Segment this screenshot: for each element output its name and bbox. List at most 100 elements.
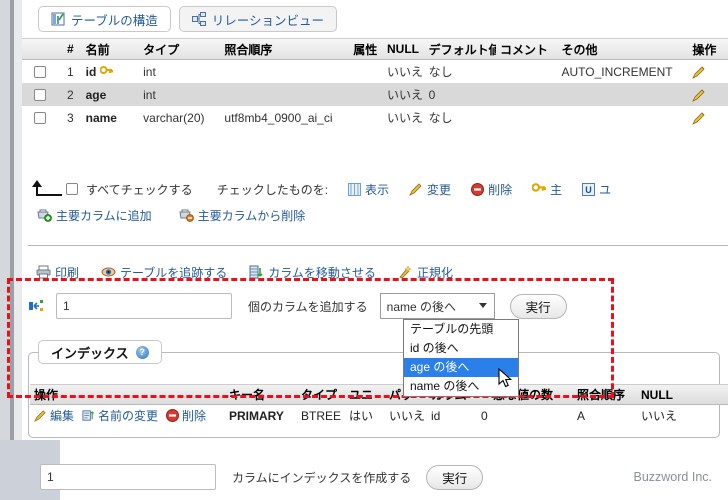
link-move-columns[interactable]: カラムを移動させる bbox=[249, 264, 376, 281]
svg-text:U: U bbox=[585, 185, 592, 195]
pencil-icon[interactable] bbox=[692, 88, 706, 102]
row-checkbox[interactable] bbox=[34, 89, 46, 101]
with-selected-browse-label[interactable]: 表示 bbox=[365, 181, 389, 198]
link-move-columns-label[interactable]: カラムを移動させる bbox=[268, 264, 376, 281]
track-icon bbox=[101, 265, 116, 279]
row-type: int bbox=[139, 88, 220, 102]
row-action[interactable] bbox=[688, 65, 728, 79]
index-row-actions: 編集 名前の変更 削除 bbox=[30, 407, 225, 424]
header-extra[interactable]: その他 bbox=[558, 41, 689, 58]
index-edit-link[interactable]: 編集 bbox=[50, 407, 74, 424]
add-to-central-columns-label[interactable]: 主要カラムに追加 bbox=[56, 207, 152, 224]
header-collation[interactable]: 照合順序 bbox=[220, 41, 349, 58]
index-drop-link[interactable]: 削除 bbox=[182, 407, 206, 424]
row-checkbox-cell[interactable] bbox=[22, 88, 58, 102]
row-checkbox[interactable] bbox=[34, 112, 46, 124]
key-icon bbox=[532, 183, 546, 195]
row-name: name bbox=[78, 111, 140, 125]
with-selected-browse[interactable]: 表示 bbox=[348, 181, 389, 198]
link-track-table-label[interactable]: テーブルを追跡する bbox=[120, 264, 227, 281]
header-null[interactable]: NULL bbox=[383, 42, 425, 56]
phpmyadmin-structure-page: テーブルの構造 リレーションビュー # 名前 タイプ 照合順序 属性 NULL bbox=[0, 0, 728, 500]
index-row-null: いいえ bbox=[637, 407, 687, 424]
table-links-bar: 印刷 テーブルを追跡する カラムを移動させる 正規化 bbox=[22, 261, 728, 283]
link-print-label[interactable]: 印刷 bbox=[55, 264, 79, 281]
add-column-position-select[interactable]: name の後へ bbox=[380, 293, 495, 319]
row-checkbox-cell[interactable] bbox=[22, 111, 58, 125]
with-selected-change[interactable]: 変更 bbox=[409, 181, 451, 198]
add-to-central-columns[interactable]: 主要カラムに追加 bbox=[36, 207, 152, 224]
with-selected-primary-label[interactable]: 主 bbox=[550, 181, 562, 198]
chevron-down-icon bbox=[479, 303, 487, 308]
dropdown-option-table-start[interactable]: テーブルの先頭 bbox=[404, 320, 518, 339]
header-comment[interactable]: コメント bbox=[496, 41, 557, 58]
link-track-table[interactable]: テーブルを追跡する bbox=[101, 264, 227, 281]
pencil-icon[interactable] bbox=[692, 65, 706, 79]
row-type: int bbox=[139, 65, 220, 79]
tab-relation-view[interactable]: リレーションビュー bbox=[179, 6, 337, 32]
header-default[interactable]: デフォルト値 bbox=[425, 41, 496, 58]
with-selected-change-label[interactable]: 変更 bbox=[427, 181, 451, 198]
link-normalize-label[interactable]: 正規化 bbox=[417, 264, 453, 281]
pencil-icon[interactable] bbox=[692, 111, 706, 125]
header-action: 操作 bbox=[688, 41, 728, 58]
row-default: なし bbox=[425, 109, 496, 126]
add-column-icon bbox=[28, 298, 44, 314]
dropdown-option-after-id[interactable]: id の後へ bbox=[404, 339, 518, 358]
remove-from-central-columns-label[interactable]: 主要カラムから削除 bbox=[198, 207, 306, 224]
indexes-legend-label: インデックス bbox=[51, 343, 129, 362]
row-action[interactable] bbox=[688, 88, 728, 102]
indexes-table-header: 操作 キー名 タイプ ユニ パッ カラム 一意な値の数 照合順序 NULL bbox=[30, 384, 728, 405]
row-num: 2 bbox=[58, 88, 78, 102]
index-column-count-input[interactable] bbox=[40, 464, 216, 490]
section-divider bbox=[28, 245, 728, 246]
table-row[interactable]: 3 name varchar(20) utf8mb4_0900_ai_ci いい… bbox=[22, 106, 728, 129]
with-selected-unique-label[interactable]: ユ bbox=[599, 181, 611, 198]
index-header-action: 操作 bbox=[30, 386, 225, 403]
add-column-form: 個のカラムを追加する name の後へ 実行 bbox=[22, 288, 728, 324]
link-normalize[interactable]: 正規化 bbox=[398, 264, 453, 281]
with-selected-bar: すべてチェックする チェックしたものを: 表示 変更 削除 主 U ユ bbox=[22, 178, 728, 200]
add-column-position-value: name の後へ bbox=[387, 298, 456, 315]
row-default: 0 bbox=[425, 88, 496, 102]
check-all-label[interactable]: すべてチェックする bbox=[86, 181, 193, 198]
indexes-legend: インデックス ? bbox=[38, 340, 162, 364]
add-column-count-input[interactable] bbox=[56, 293, 232, 319]
index-row: 編集 名前の変更 削除 PRIMARY BTREE はい いいえ id 0 A … bbox=[30, 405, 728, 426]
row-checkbox-cell[interactable] bbox=[22, 65, 58, 79]
header-attributes[interactable]: 属性 bbox=[349, 41, 383, 58]
header-type[interactable]: タイプ bbox=[139, 41, 220, 58]
row-null: いいえ bbox=[383, 86, 425, 103]
help-icon[interactable]: ? bbox=[136, 346, 149, 359]
remove-from-central-columns[interactable]: 主要カラムから削除 bbox=[178, 207, 306, 224]
row-action[interactable] bbox=[688, 111, 728, 125]
tab-bar: テーブルの構造 リレーションビュー bbox=[38, 4, 337, 34]
with-selected-drop-label[interactable]: 削除 bbox=[488, 181, 512, 198]
header-num[interactable]: # bbox=[58, 42, 78, 56]
with-selected-unique[interactable]: U ユ bbox=[582, 181, 611, 198]
check-all-checkbox[interactable] bbox=[66, 183, 78, 195]
index-row-column: id bbox=[427, 409, 477, 423]
tab-table-structure[interactable]: テーブルの構造 bbox=[38, 6, 171, 32]
with-selected-primary[interactable]: 主 bbox=[532, 181, 562, 198]
with-selected-drop[interactable]: 削除 bbox=[471, 181, 512, 198]
create-index-go-button[interactable]: 実行 bbox=[426, 465, 483, 490]
browser-left-chrome bbox=[0, 0, 10, 500]
add-column-go-button[interactable]: 実行 bbox=[510, 294, 567, 319]
normalize-icon bbox=[398, 265, 413, 279]
row-name-label: id bbox=[86, 65, 97, 79]
row-extra: AUTO_INCREMENT bbox=[558, 65, 689, 79]
index-rename-link[interactable]: 名前の変更 bbox=[98, 407, 158, 424]
table-row[interactable]: 1 id int いいえ なし AUTO_INCREMENT bbox=[22, 60, 728, 83]
header-name[interactable]: 名前 bbox=[78, 41, 140, 58]
browse-icon bbox=[348, 183, 361, 196]
create-index-label: カラムにインデックスを作成する bbox=[232, 469, 411, 486]
row-name-label: name bbox=[86, 111, 117, 125]
row-checkbox[interactable] bbox=[34, 66, 46, 78]
table-row[interactable]: 2 age int いいえ 0 bbox=[22, 83, 728, 106]
row-null: いいえ bbox=[383, 109, 425, 126]
row-num: 1 bbox=[58, 65, 78, 79]
link-print[interactable]: 印刷 bbox=[36, 264, 79, 281]
row-name: id bbox=[78, 65, 140, 79]
rename-icon bbox=[82, 409, 95, 422]
